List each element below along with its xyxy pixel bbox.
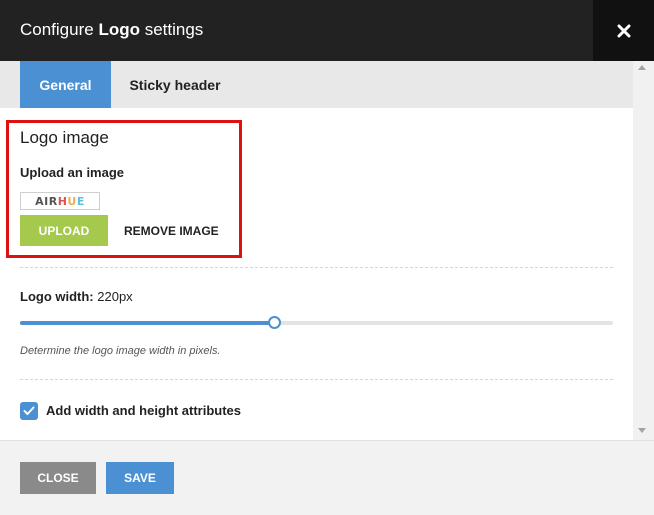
tab-sticky-header[interactable]: Sticky header (117, 61, 233, 108)
logo-text-air: AIR (35, 194, 58, 208)
configure-logo-dialog: Configure Logo settings General Sticky h… (0, 0, 654, 515)
close-icon (617, 24, 630, 37)
logo-thumbnail: AIR H U E (20, 192, 100, 210)
scrollbar[interactable] (633, 61, 654, 440)
close-dialog-button[interactable] (593, 0, 654, 61)
dialog-title: Configure Logo settings (20, 20, 203, 40)
logo-width-label: Logo width: 220px (20, 289, 133, 304)
upload-button[interactable]: UPLOAD (20, 215, 108, 246)
logo-width-slider[interactable] (20, 321, 613, 325)
logo-text-e: E (76, 194, 85, 208)
tab-bar: General Sticky header (0, 61, 633, 108)
dialog-footer: CLOSE SAVE (0, 440, 654, 515)
slider-handle[interactable] (268, 316, 282, 329)
logo-text-u: U (67, 194, 77, 208)
logo-width-label-text: Logo width: (20, 289, 94, 304)
logo-text-h: H (57, 194, 68, 208)
logo-width-help-text: Determine the logo image width in pixels… (20, 345, 221, 357)
checkmark-icon (23, 406, 35, 415)
title-bold: Logo (98, 20, 140, 39)
title-prefix: Configure (20, 20, 99, 39)
divider (20, 267, 613, 268)
title-suffix: settings (139, 20, 204, 39)
dialog-header: Configure Logo settings (0, 0, 654, 61)
remove-image-button[interactable]: REMOVE IMAGE (120, 215, 223, 246)
width-height-attributes-checkbox[interactable] (20, 402, 38, 420)
logo-image-title: Logo image (20, 128, 109, 147)
logo-width-value: 220px (97, 289, 133, 304)
settings-panel: Logo image Upload an image AIR H U E UPLOAD… (0, 108, 633, 440)
upload-image-label: Upload an image (20, 165, 125, 180)
width-height-attributes-label[interactable]: Add width and height attributes (46, 403, 241, 418)
divider (20, 379, 613, 380)
tab-general[interactable]: General (20, 61, 111, 108)
save-button[interactable]: SAVE (106, 462, 174, 494)
close-button[interactable]: CLOSE (20, 462, 96, 494)
slider-fill (20, 321, 275, 325)
chevron-down-icon[interactable] (638, 428, 646, 433)
chevron-up-icon[interactable] (638, 65, 646, 70)
